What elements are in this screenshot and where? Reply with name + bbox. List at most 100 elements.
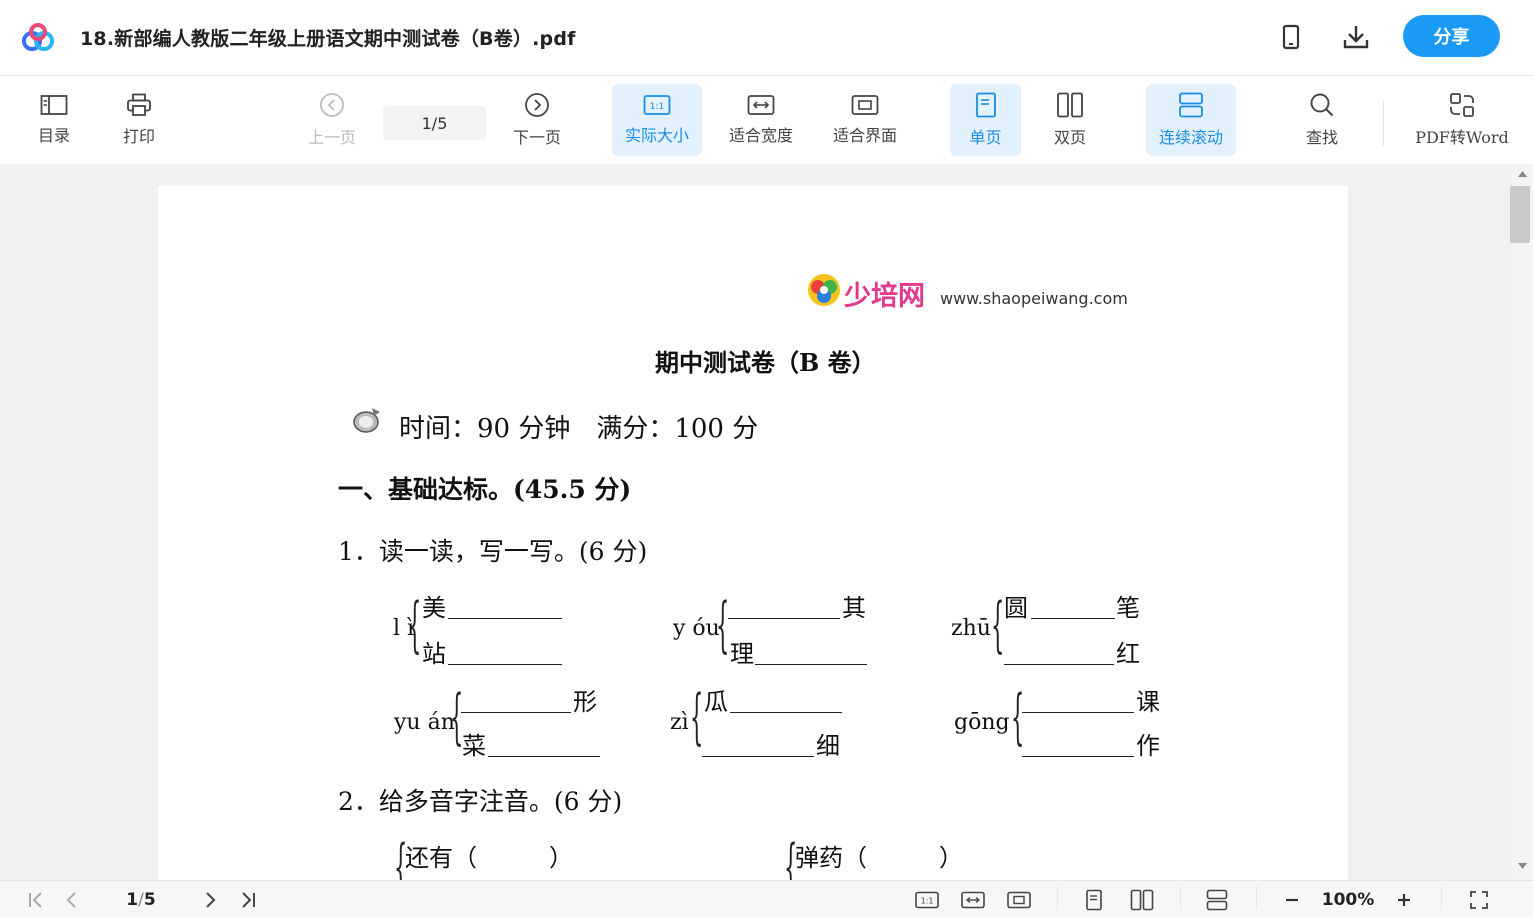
section-heading: 一、基础达标。(45.5 分) — [338, 475, 632, 504]
pdf-to-word-button[interactable]: PDF转Word — [1406, 84, 1518, 156]
pdf-to-word-label: PDF转Word — [1415, 128, 1509, 147]
bottom-divider — [1441, 886, 1442, 910]
char-gong-top-right: 课 — [1136, 688, 1160, 716]
fit-width-label: 适合宽度 — [728, 126, 793, 145]
minus-icon — [1286, 898, 1298, 902]
exam-heading: 期中测试卷（B 卷） — [655, 348, 876, 377]
bottom-divider — [1180, 886, 1181, 910]
last-page-button[interactable] — [236, 887, 260, 913]
prev-page-label: 上一页 — [307, 128, 356, 147]
bottom-total-pages: 5 — [143, 890, 156, 910]
pinyin-zhu: zhū — [951, 616, 991, 641]
printer-icon — [127, 93, 151, 116]
question-1: 1．读一读，写一写。(6 分) — [338, 537, 648, 566]
fit-page-button[interactable]: 适合界面 — [824, 84, 906, 156]
continuous-scroll-button[interactable]: 连续滚动 — [1146, 84, 1236, 156]
answer-blank — [755, 664, 867, 665]
single-page-small-icon — [1086, 889, 1102, 911]
last-page-icon — [242, 892, 255, 908]
first-page-button[interactable] — [24, 887, 48, 913]
single-page-label: 单页 — [969, 128, 1002, 147]
answer-blank — [448, 664, 562, 665]
fit-width-icon — [747, 95, 775, 115]
answer-blank — [1022, 756, 1134, 757]
answer-blank — [730, 712, 842, 713]
char-yuan-bottom: 菜 — [462, 732, 486, 760]
actual-size-button[interactable]: 1:1 实际大小 — [612, 84, 702, 156]
char-you-bottom: 理 — [730, 640, 754, 668]
current-page: 1 — [421, 113, 432, 133]
document-viewer[interactable]: 少培网 www.shaopeiwang.com 期中测试卷（B 卷） 时间：90… — [0, 164, 1512, 880]
actual-size-label: 实际大小 — [624, 126, 689, 145]
prev-page-small-button[interactable] — [60, 887, 84, 913]
continuous-scroll-label: 连续滚动 — [1158, 128, 1223, 147]
bottom-actual-size-button[interactable]: 1:1 — [913, 887, 941, 913]
toolbar: 目录 打印 上一页 下一页 1:1 实际大小 适合宽度 适合界面 单页 双页 连… — [0, 76, 1533, 164]
question-2: 2．给多音字注音。(6 分) — [338, 787, 623, 816]
total-pages: 5 — [437, 113, 448, 133]
zoom-in-button[interactable] — [1392, 887, 1416, 913]
bottom-continuous-button[interactable] — [1203, 887, 1231, 913]
toc-button[interactable]: 目录 — [26, 84, 82, 156]
char-yuan-top-right: 形 — [573, 688, 597, 716]
scroll-down-icon[interactable] — [1517, 862, 1528, 870]
convert-icon — [1450, 93, 1474, 117]
char-li-bottom: 站 — [422, 640, 446, 668]
char-zhu-top: 圆 — [1004, 594, 1028, 622]
download-button[interactable] — [1341, 22, 1371, 52]
answer-blank — [461, 712, 571, 713]
zoom-level[interactable]: 100% — [1316, 887, 1380, 913]
next-page-small-button[interactable] — [198, 887, 222, 913]
answer-blank — [448, 618, 562, 619]
phone-icon — [1282, 24, 1300, 50]
mobile-view-button[interactable] — [1276, 22, 1306, 52]
app-logo-icon — [22, 23, 54, 51]
fullscreen-button[interactable] — [1466, 887, 1492, 913]
brace: { — [690, 682, 704, 752]
char-zi-bottom-right: 细 — [816, 732, 840, 760]
pinyin-gong: gōng — [954, 710, 1010, 735]
bottom-double-page-button[interactable] — [1128, 887, 1156, 913]
brace: { — [408, 590, 422, 660]
bottom-single-page-button[interactable] — [1081, 887, 1107, 913]
fit-width-button[interactable]: 适合宽度 — [720, 84, 802, 156]
zoom-out-button[interactable] — [1280, 887, 1304, 913]
fit-page-small-icon — [1007, 891, 1031, 909]
next-circle-icon — [525, 93, 549, 117]
pinyin-zi: zì — [670, 710, 689, 735]
search-icon — [1310, 93, 1334, 117]
char-zi-top: 瓜 — [704, 688, 728, 716]
double-page-button[interactable]: 双页 — [1040, 84, 1100, 156]
char-gong-bottom-right: 作 — [1136, 732, 1160, 760]
double-page-label: 双页 — [1053, 128, 1086, 147]
bottom-current-page: 1 — [126, 890, 139, 910]
bottom-fit-width-button[interactable] — [959, 887, 987, 913]
next-page-button[interactable]: 下一页 — [504, 84, 570, 156]
answer-blank — [702, 756, 814, 757]
bottom-page-indicator[interactable]: 1 / 5 — [100, 887, 182, 913]
fit-page-label: 适合界面 — [832, 126, 897, 145]
q2-right-item: 弹药（ ） — [795, 844, 963, 872]
pinyin-you: y óu — [673, 616, 720, 641]
find-button[interactable]: 查找 — [1292, 84, 1352, 156]
vertical-scrollbar[interactable] — [1512, 164, 1533, 880]
brand-flower-icon — [808, 274, 840, 306]
scroll-thumb[interactable] — [1510, 186, 1530, 243]
brace: { — [991, 590, 1005, 660]
prev-page-button[interactable]: 上一页 — [300, 84, 364, 156]
bottom-fit-page-button[interactable] — [1005, 887, 1033, 913]
single-page-button[interactable]: 单页 — [950, 84, 1021, 156]
bottom-divider — [1256, 886, 1257, 910]
exam-meta: 时间：90 分钟 满分：100 分 — [399, 414, 759, 444]
brand-url: www.shaopeiwang.com — [940, 289, 1128, 308]
print-button[interactable]: 打印 — [111, 84, 167, 156]
scroll-up-icon[interactable] — [1517, 170, 1528, 178]
continuous-scroll-icon — [1179, 92, 1203, 118]
char-zhu-top-right: 笔 — [1116, 594, 1140, 622]
page-number-input[interactable]: 1 / 5 — [383, 106, 486, 140]
share-button[interactable]: 分享 — [1403, 15, 1500, 57]
next-page-label: 下一页 — [512, 128, 561, 147]
continuous-small-icon — [1206, 889, 1228, 911]
document-title: 18.新部编人教版二年级上册语文期中测试卷（B卷）.pdf — [80, 28, 576, 50]
brace: { — [1011, 682, 1025, 752]
